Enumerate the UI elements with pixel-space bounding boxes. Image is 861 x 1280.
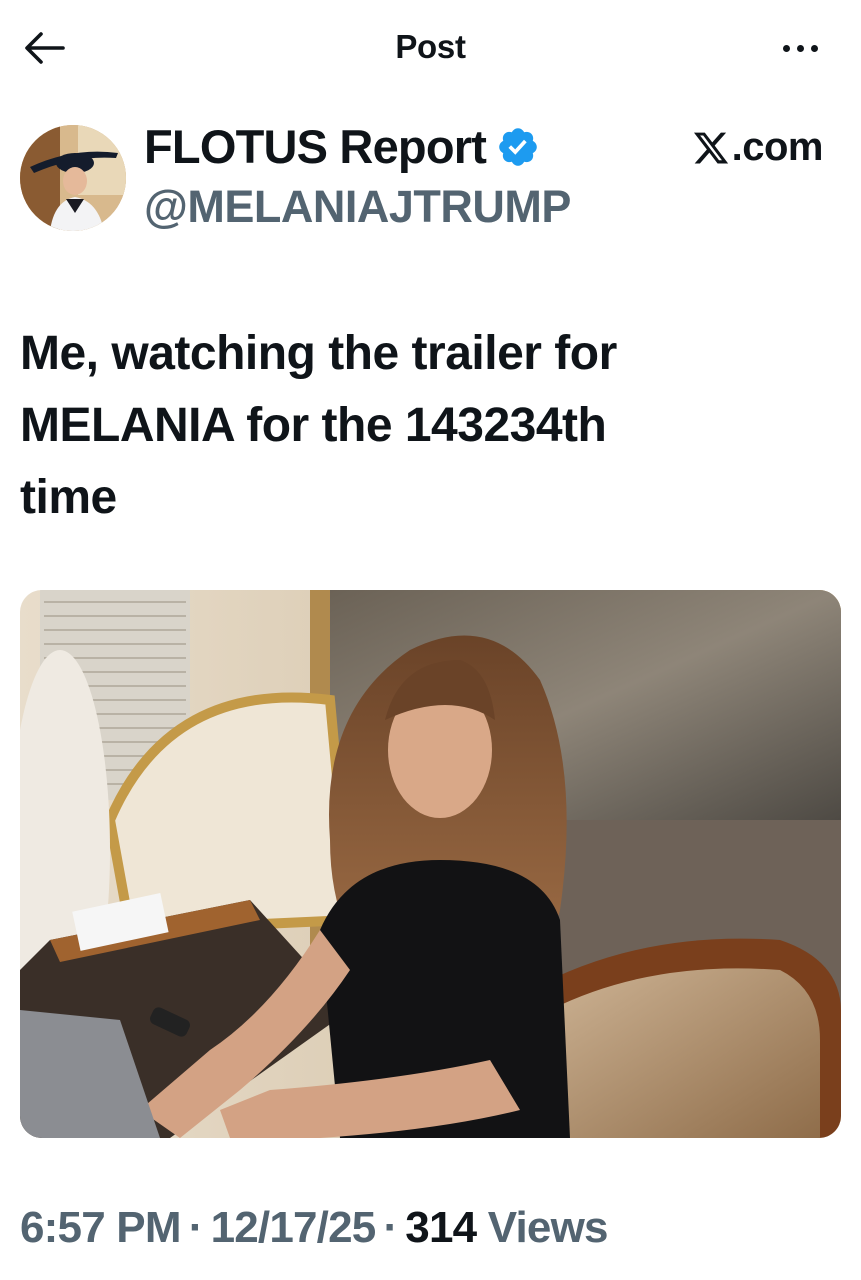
author-handle[interactable]: @MELANIAJTRUMP bbox=[144, 181, 571, 233]
author-name-row: FLOTUS Report bbox=[144, 119, 540, 174]
post-text-line: MELANIA for the 143234th bbox=[20, 399, 607, 452]
author-name[interactable]: FLOTUS Report bbox=[144, 119, 487, 174]
post-text: Me, watching the trailer for MELANIA for… bbox=[20, 318, 820, 534]
avatar[interactable] bbox=[20, 125, 126, 231]
x-logo-icon bbox=[693, 132, 728, 163]
meta-separator: · bbox=[383, 1203, 398, 1252]
source-label: .com bbox=[692, 125, 824, 170]
views-label[interactable]: Views bbox=[488, 1203, 609, 1252]
page-title: Post bbox=[395, 28, 466, 65]
author-block: FLOTUS Report @MELANIAJTRUMP .com bbox=[0, 115, 861, 245]
more-horizontal-icon bbox=[782, 44, 790, 52]
more-dot bbox=[810, 44, 818, 52]
source-domain: .com bbox=[731, 125, 824, 169]
photo-illustration bbox=[20, 590, 841, 1138]
more-options-button[interactable] bbox=[773, 28, 827, 68]
post-image[interactable] bbox=[20, 590, 841, 1138]
post-text-line: time bbox=[20, 471, 117, 524]
post-time: 6:57 PM bbox=[20, 1203, 182, 1252]
post-meta: 6:57 PM · 12/17/25 · 314 Views bbox=[20, 1203, 609, 1253]
verified-badge-icon bbox=[499, 127, 537, 166]
avatar-image bbox=[20, 125, 126, 231]
more-dot bbox=[796, 44, 804, 52]
views-count: 314 bbox=[405, 1203, 477, 1252]
post-text-line: Me, watching the trailer for bbox=[20, 327, 617, 380]
post-date: 12/17/25 bbox=[210, 1203, 377, 1252]
top-bar: Post bbox=[0, 0, 861, 100]
meta-separator: · bbox=[188, 1203, 204, 1252]
